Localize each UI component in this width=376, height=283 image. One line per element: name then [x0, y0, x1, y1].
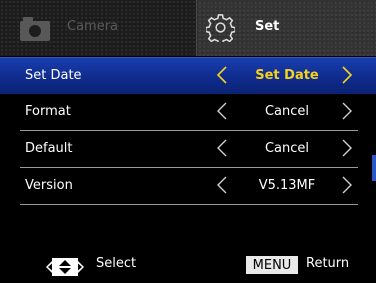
menu-row-format[interactable]: Format Cancel — [0, 94, 376, 131]
menu-row-default[interactable]: Default Cancel — [0, 131, 376, 168]
chevron-right-icon[interactable] — [340, 65, 354, 85]
select-hint-label: Select — [96, 256, 137, 271]
menu-row-label: Set Date — [25, 68, 82, 83]
menu-row-label: Version — [25, 178, 73, 193]
scrollbar-thumb[interactable] — [372, 155, 376, 181]
chevron-left-icon[interactable] — [215, 138, 229, 158]
tab-camera-label: Camera — [67, 19, 119, 34]
tab-bar: Camera Set — [0, 0, 376, 56]
menu-key-badge: MENU — [246, 256, 298, 274]
gear-icon — [206, 14, 235, 42]
menu-row-set-date[interactable]: Set Date Set Date — [0, 57, 376, 94]
chevron-right-icon[interactable] — [340, 175, 354, 195]
menu-row-value: Cancel — [264, 141, 310, 156]
dpad-icon — [46, 258, 84, 276]
return-hint-label: Return — [306, 256, 350, 271]
chevron-right-icon[interactable] — [340, 101, 354, 121]
menu-row-value: Cancel — [264, 104, 310, 119]
chevron-right-icon[interactable] — [340, 138, 354, 158]
row-divider — [20, 204, 358, 205]
camera-icon — [20, 17, 50, 41]
tab-set-label: Set — [255, 19, 280, 34]
chevron-left-icon[interactable] — [215, 65, 229, 85]
menu-row-label: Default — [25, 141, 73, 156]
menu-row-value: V5.13MF — [258, 178, 316, 193]
chevron-left-icon[interactable] — [215, 175, 229, 195]
menu-row-label: Format — [25, 104, 71, 119]
tab-camera[interactable]: Camera — [0, 0, 197, 56]
menu-row-version[interactable]: Version V5.13MF — [0, 168, 376, 205]
chevron-left-icon[interactable] — [215, 101, 229, 121]
menu-row-value: Set Date — [255, 68, 319, 83]
